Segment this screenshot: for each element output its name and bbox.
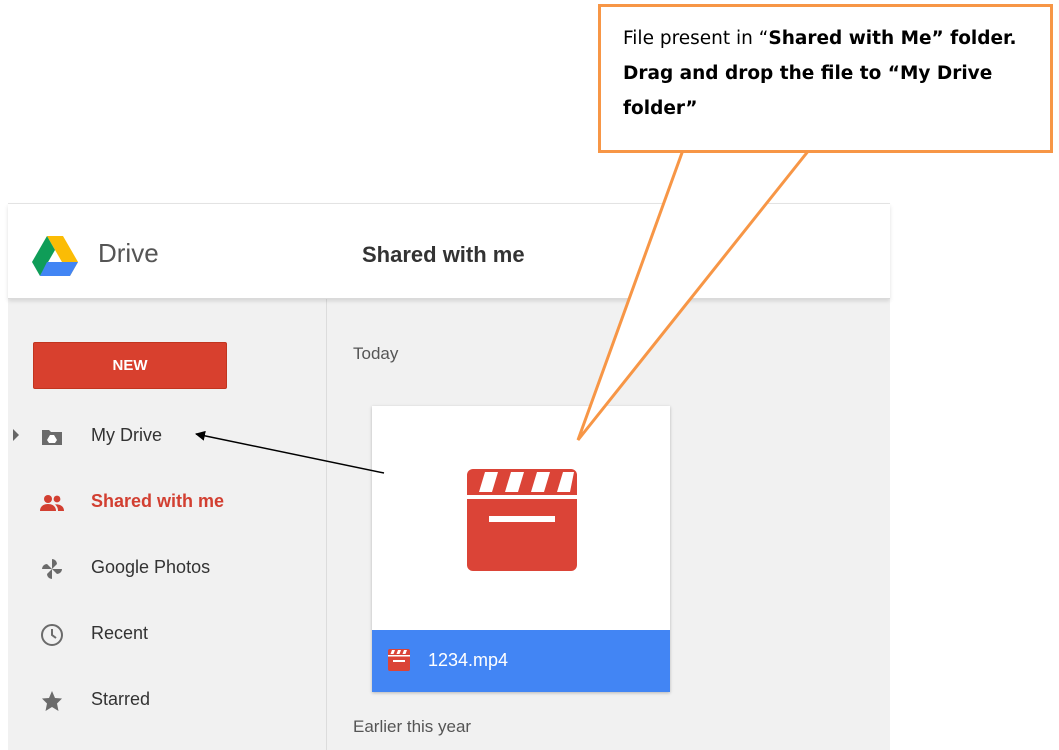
people-icon	[40, 495, 64, 511]
drive-window: Drive Shared with me NEW My Drive Shared…	[8, 203, 890, 750]
sidebar-item-label: Starred	[91, 689, 151, 709]
new-button[interactable]: NEW	[33, 342, 227, 389]
file-card[interactable]: 1234.mp4	[372, 406, 670, 692]
annotation-text: File present in “Shared with Me” folder.…	[623, 21, 1043, 126]
video-clapperboard-icon	[388, 649, 410, 671]
sidebar-item-my-drive[interactable]: My Drive	[8, 415, 326, 455]
sidebar: NEW My Drive Shared with me Google Photo…	[8, 299, 327, 750]
annotation-callout: File present in “Shared with Me” folder.…	[598, 4, 1053, 153]
my-drive-folder-icon	[42, 430, 62, 445]
sidebar-item-label: Recent	[91, 623, 149, 643]
file-name: 1234.mp4	[428, 650, 509, 670]
sidebar-item-shared-with-me[interactable]: Shared with me	[8, 481, 326, 521]
top-bar: Drive Shared with me	[8, 204, 890, 299]
expand-arrow-icon[interactable]	[13, 429, 19, 441]
main-content: Today 1234.mp4 Earlier this year	[327, 299, 890, 750]
screenshot-page: Drive Shared with me NEW My Drive Shared…	[0, 0, 1059, 750]
photos-pinwheel-icon	[42, 559, 62, 579]
page-title: Shared with me	[362, 242, 525, 267]
section-label-earlier: Earlier this year	[353, 717, 472, 736]
star-icon	[42, 691, 62, 711]
app-name[interactable]: Drive	[98, 238, 159, 269]
clock-icon	[41, 624, 63, 646]
annotation-text-prefix: File present in “	[623, 28, 769, 49]
section-label-today: Today	[353, 344, 399, 363]
file-card-footer[interactable]: 1234.mp4	[372, 630, 670, 692]
sidebar-item-label: Google Photos	[91, 557, 211, 577]
sidebar-item-label: My Drive	[91, 425, 162, 445]
file-preview[interactable]	[372, 406, 670, 630]
sidebar-item-google-photos[interactable]: Google Photos	[8, 547, 326, 587]
drive-logo-icon[interactable]	[32, 236, 78, 276]
video-clapperboard-icon	[467, 469, 577, 571]
sidebar-item-recent[interactable]: Recent	[8, 613, 326, 653]
sidebar-item-label: Shared with me	[91, 491, 225, 511]
sidebar-item-starred[interactable]: Starred	[8, 679, 326, 719]
